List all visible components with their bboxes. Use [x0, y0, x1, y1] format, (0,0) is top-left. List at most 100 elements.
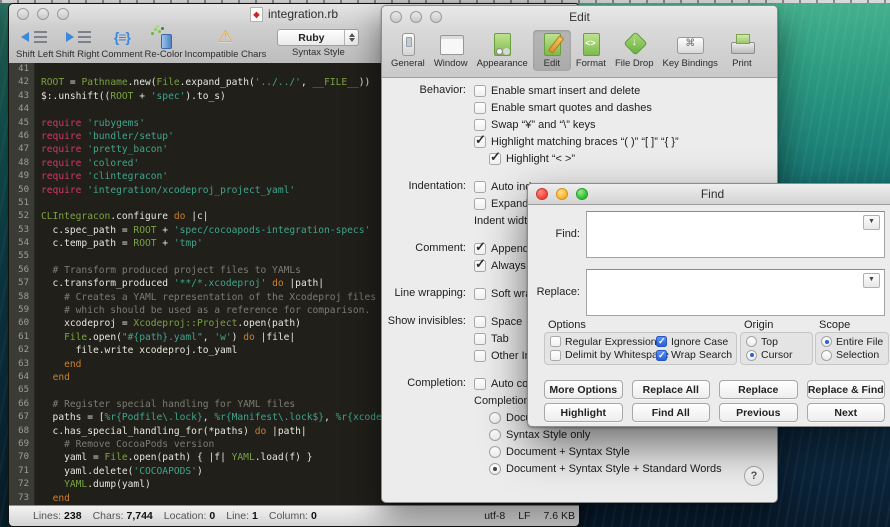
close-button[interactable] — [536, 188, 548, 200]
prefs-tab-file-drop[interactable]: File Drop — [611, 30, 658, 71]
find-option-delimit-by-whitespace[interactable]: Delimit by Whitespace — [550, 349, 656, 361]
toolbar-item-comment[interactable]: Comment — [101, 27, 142, 60]
toolbar-item-incompatible-chars[interactable]: Incompatible Chars — [185, 27, 267, 60]
prefs-tab-edit[interactable]: Edit — [533, 30, 571, 71]
prefs-tab-window[interactable]: Window — [430, 30, 472, 71]
close-button[interactable] — [390, 11, 402, 23]
find-option-ignore-case[interactable]: Ignore Case — [656, 336, 732, 348]
radio-icon[interactable] — [489, 429, 501, 441]
radio-icon[interactable] — [489, 446, 501, 458]
replace-all-button[interactable]: Replace All — [632, 380, 711, 399]
radio-icon[interactable] — [821, 336, 832, 347]
option-text: Ignore Case — [671, 336, 728, 348]
line-number: 68 — [9, 425, 35, 438]
toolbar-item-re-color[interactable]: Re-Color — [145, 27, 183, 60]
checkbox-icon[interactable] — [550, 336, 561, 347]
prefs-radio-document-syntax-style[interactable]: Document + Syntax Style — [489, 443, 777, 460]
radio-icon[interactable] — [746, 350, 757, 361]
checkbox-icon[interactable] — [550, 350, 561, 361]
zoom-button[interactable] — [430, 11, 442, 23]
find-all-button[interactable]: Find All — [632, 403, 711, 422]
line-number: 48 — [9, 157, 35, 170]
toolbar-item-shift-left[interactable]: Shift Left — [16, 27, 54, 60]
find-option-top[interactable]: Top — [746, 336, 807, 348]
checkbox-icon[interactable] — [489, 153, 501, 165]
checkbox-icon[interactable] — [474, 102, 486, 114]
prefs-checkbox-swap-and-keys[interactable]: Swap “¥” and “\” keys — [474, 116, 777, 133]
checkbox-icon[interactable] — [474, 198, 486, 210]
appearance-icon — [487, 31, 517, 58]
find-input[interactable]: ▼ — [586, 211, 885, 258]
prefs-group-label: Behavior: — [382, 82, 474, 99]
radio-icon[interactable] — [489, 412, 501, 424]
option-text: Wrap Search — [671, 349, 732, 361]
find-group-origin: TopCursor — [740, 332, 813, 365]
radio-icon[interactable] — [746, 336, 757, 347]
line-number: 56 — [9, 264, 35, 277]
find-option-entire-file[interactable]: Entire File — [821, 336, 883, 348]
checkbox-icon[interactable] — [474, 243, 486, 255]
help-button[interactable]: ? — [744, 466, 764, 486]
option-text: Syntax Style only — [506, 429, 590, 441]
prefs-checkbox-highlight-matching-braces[interactable]: Highlight matching braces “( )” “[ ]” “{… — [474, 133, 777, 150]
status-label: Location: — [164, 510, 207, 522]
checkbox-icon[interactable] — [474, 119, 486, 131]
syntax-style-popup[interactable]: Ruby — [277, 29, 359, 46]
checkbox-icon[interactable] — [474, 85, 486, 97]
prefs-radio-syntax-style-only[interactable]: Syntax Style only — [489, 426, 777, 443]
checkbox-icon[interactable] — [474, 136, 486, 148]
toolbar-item-label: Shift Right — [56, 49, 100, 60]
radio-icon[interactable] — [489, 463, 501, 475]
toolbar-item-shift-right[interactable]: Shift Right — [56, 27, 100, 60]
minimize-button[interactable] — [556, 188, 568, 200]
filedrop-icon — [619, 31, 649, 58]
checkbox-icon[interactable] — [474, 333, 486, 345]
prefs-group-items: Enable smart insert and deleteEnable sma… — [474, 82, 777, 167]
line-number: 66 — [9, 398, 35, 411]
find-option-wrap-search[interactable]: Wrap Search — [656, 349, 732, 361]
line-number: 61 — [9, 331, 35, 344]
line-number: 41 — [9, 63, 35, 76]
next-button[interactable]: Next — [807, 403, 886, 422]
prefs-titlebar[interactable]: Edit — [382, 6, 777, 28]
find-option-regular-expressions[interactable]: Regular Expressions — [550, 336, 656, 348]
checkbox-icon[interactable] — [474, 260, 486, 272]
checkbox-icon[interactable] — [474, 181, 486, 193]
checkbox-icon[interactable] — [474, 316, 486, 328]
checkbox-icon[interactable] — [474, 378, 486, 390]
prefs-radio-document-syntax-style-standard-words[interactable]: Document + Syntax Style + Standard Words — [489, 460, 777, 477]
find-titlebar[interactable]: Find — [528, 184, 890, 205]
replace-input[interactable]: ▼ — [586, 269, 885, 316]
find-option-selection[interactable]: Selection — [821, 349, 883, 361]
prefs-tab-appearance[interactable]: Appearance — [473, 30, 532, 71]
prefs-checkbox-enable-smart-quotes-and-dashes[interactable]: Enable smart quotes and dashes — [474, 99, 777, 116]
prefs-tab-print[interactable]: Print — [723, 30, 761, 71]
minimize-button[interactable] — [37, 8, 49, 20]
zoom-button[interactable] — [576, 188, 588, 200]
checkbox-icon[interactable] — [474, 288, 486, 300]
more-options-button[interactable]: More Options — [544, 380, 623, 399]
radio-icon[interactable] — [821, 350, 832, 361]
prefs-checkbox-highlight[interactable]: Highlight “< >” — [489, 150, 777, 167]
checkbox-icon[interactable] — [656, 350, 667, 361]
format-icon — [576, 31, 606, 58]
prefs-tab-key-bindings[interactable]: Key Bindings — [658, 30, 721, 71]
minimize-button[interactable] — [410, 11, 422, 23]
replace-find-button[interactable]: Replace & Find — [807, 380, 886, 399]
prefs-tab-format[interactable]: Format — [572, 30, 610, 71]
replace-button[interactable]: Replace — [719, 380, 798, 399]
replace-field-label: Replace: — [528, 286, 580, 298]
prefs-tab-general[interactable]: General — [387, 30, 429, 71]
zoom-button[interactable] — [57, 8, 69, 20]
highlight-button[interactable]: Highlight — [544, 403, 623, 422]
checkbox-icon[interactable] — [474, 350, 486, 362]
find-option-cursor[interactable]: Cursor — [746, 349, 807, 361]
chevron-down-icon[interactable]: ▼ — [863, 215, 880, 230]
prefs-checkbox-enable-smart-insert-and-delete[interactable]: Enable smart insert and delete — [474, 82, 777, 99]
previous-button[interactable]: Previous — [719, 403, 798, 422]
checkbox-icon[interactable] — [656, 336, 667, 347]
line-number: 50 — [9, 184, 35, 197]
chevron-down-icon[interactable]: ▼ — [863, 273, 880, 288]
toolbar-item-label: Incompatible Chars — [185, 49, 267, 60]
close-button[interactable] — [17, 8, 29, 20]
